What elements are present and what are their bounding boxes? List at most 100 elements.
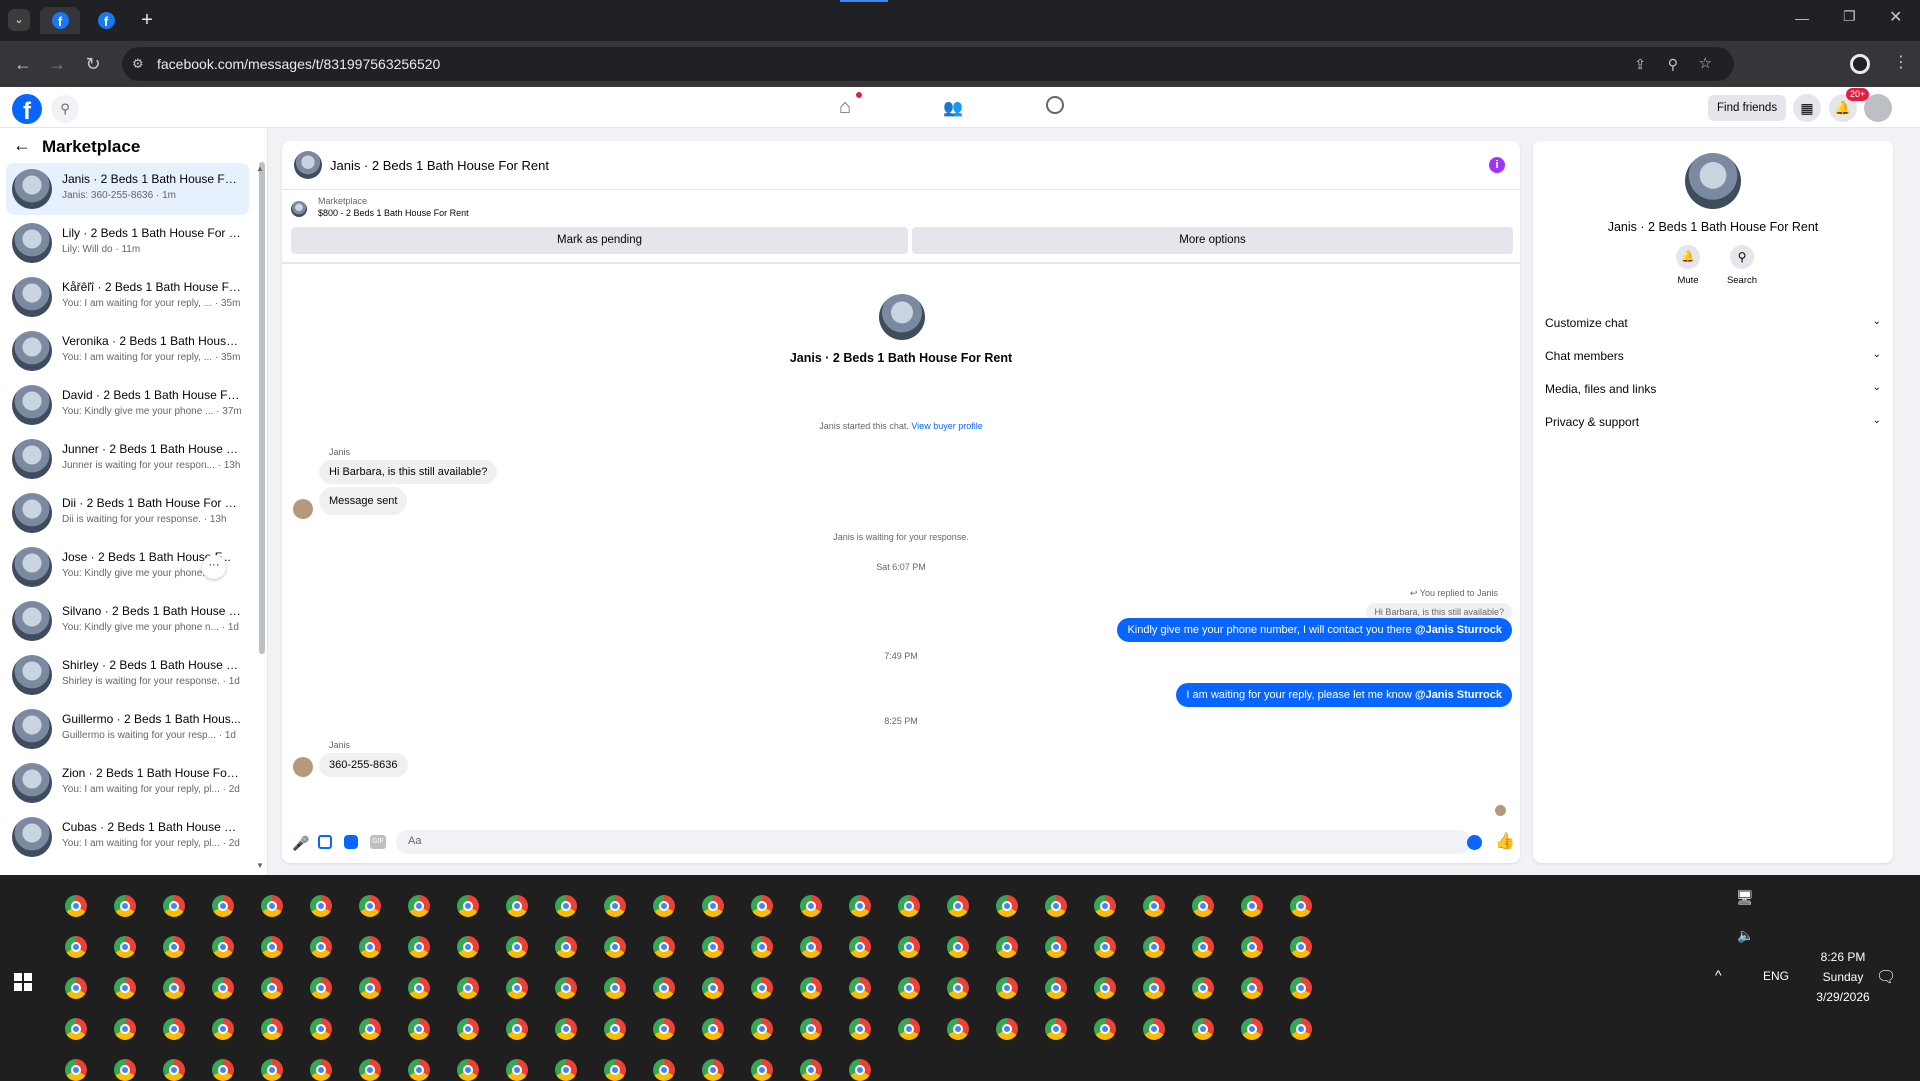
chrome-app-icon[interactable]: [212, 977, 234, 999]
chrome-app-icon[interactable]: [702, 936, 724, 958]
friends-icon[interactable]: 👥: [943, 98, 963, 118]
chrome-app-icon[interactable]: [1143, 1018, 1165, 1040]
chrome-app-icon[interactable]: [114, 1018, 136, 1040]
tray-overflow-icon[interactable]: ^: [1715, 967, 1722, 983]
mention-link[interactable]: @Janis Sturrock: [1415, 689, 1502, 701]
zoom-icon[interactable]: ⚲: [1668, 47, 1678, 81]
chrome-app-icon[interactable]: [310, 1059, 332, 1081]
more-actions-button[interactable]: ···: [202, 555, 226, 579]
restore-icon[interactable]: ❐: [1843, 8, 1856, 25]
chrome-app-icon[interactable]: [261, 1059, 283, 1081]
mute-label[interactable]: Mute: [1664, 275, 1712, 286]
info-row-privacy[interactable]: Privacy & support ⌄: [1545, 415, 1881, 429]
chrome-app-icon[interactable]: [702, 977, 724, 999]
windows-start-icon[interactable]: [14, 973, 32, 991]
chrome-app-icon[interactable]: [457, 1018, 479, 1040]
close-window-icon[interactable]: ✕: [1889, 7, 1902, 27]
chrome-app-icon[interactable]: [604, 1018, 626, 1040]
account-avatar[interactable]: [1864, 94, 1892, 122]
search-icon[interactable]: ⚲: [1730, 245, 1754, 269]
chrome-app-icon[interactable]: [1290, 977, 1312, 999]
chrome-app-icon[interactable]: [359, 936, 381, 958]
chrome-app-icon[interactable]: [849, 1018, 871, 1040]
chrome-app-icon[interactable]: [1241, 895, 1263, 917]
chrome-app-icon[interactable]: [457, 936, 479, 958]
chrome-app-icon[interactable]: [996, 895, 1018, 917]
conversation-item[interactable]: Veronika · 2 Beds 1 Bath House ... You: I…: [6, 325, 249, 377]
chrome-app-icon[interactable]: [555, 936, 577, 958]
chat-header-title[interactable]: Janis · 2 Beds 1 Bath House For Rent: [330, 158, 549, 173]
chrome-app-icon[interactable]: [947, 936, 969, 958]
gif-icon[interactable]: GIF: [370, 835, 386, 849]
chrome-app-icon[interactable]: [751, 1059, 773, 1081]
chrome-app-icon[interactable]: [65, 895, 87, 917]
chrome-app-icon[interactable]: [898, 977, 920, 999]
chrome-app-icon[interactable]: [604, 977, 626, 999]
chrome-app-icon[interactable]: [1045, 977, 1067, 999]
chrome-app-icon[interactable]: [1045, 936, 1067, 958]
chrome-app-icon[interactable]: [212, 1018, 234, 1040]
chrome-app-icon[interactable]: [310, 1018, 332, 1040]
conversation-item[interactable]: David · 2 Beds 1 Bath House For... You: K…: [6, 379, 249, 431]
incoming-message[interactable]: 360-255-8636: [319, 753, 408, 777]
chrome-app-icon[interactable]: [947, 895, 969, 917]
sender-avatar[interactable]: [293, 757, 313, 777]
listing-thumbnail[interactable]: [291, 201, 307, 217]
chrome-app-icon[interactable]: [65, 977, 87, 999]
incoming-message[interactable]: Message sent: [319, 487, 408, 515]
chrome-app-icon[interactable]: [163, 1059, 185, 1081]
chrome-app-icon[interactable]: [898, 895, 920, 917]
chrome-app-icon[interactable]: [163, 977, 185, 999]
listing-price-title[interactable]: $800 - 2 Beds 1 Bath House For Rent: [318, 208, 469, 218]
search-icon[interactable]: ⚲: [51, 95, 79, 123]
browser-tab[interactable]: f: [86, 7, 126, 34]
scroll-up-icon[interactable]: ▲: [256, 164, 264, 173]
chrome-app-icon[interactable]: [800, 977, 822, 999]
chrome-app-icon[interactable]: [359, 895, 381, 917]
bookmark-star-icon[interactable]: ☆: [1699, 47, 1712, 81]
conversation-item[interactable]: Dii · 2 Beds 1 Bath House For Re... Dii i…: [6, 487, 249, 539]
chrome-app-icon[interactable]: [114, 895, 136, 917]
chrome-app-icon[interactable]: [1192, 977, 1214, 999]
mark-as-pending-button[interactable]: Mark as pending: [291, 227, 908, 254]
chrome-app-icon[interactable]: [800, 1018, 822, 1040]
chrome-app-icon[interactable]: [359, 1018, 381, 1040]
chrome-app-icon[interactable]: [898, 936, 920, 958]
chrome-app-icon[interactable]: [1241, 1018, 1263, 1040]
chrome-app-icon[interactable]: [506, 1018, 528, 1040]
conversation-item[interactable]: Jose · 2 Beds 1 Bath House F... You: Kind…: [6, 541, 249, 593]
address-bar[interactable]: ⚙ facebook.com/messages/t/83199756325652…: [122, 47, 1734, 81]
chrome-app-icon[interactable]: [702, 1018, 724, 1040]
like-thumb-icon[interactable]: 👍: [1495, 831, 1515, 851]
chrome-app-icon[interactable]: [1094, 1018, 1116, 1040]
home-icon[interactable]: ⌂: [839, 96, 851, 119]
menu-grid-icon[interactable]: ▦: [1793, 94, 1821, 122]
chrome-app-icon[interactable]: [1241, 936, 1263, 958]
chrome-app-icon[interactable]: [1094, 977, 1116, 999]
chrome-app-icon[interactable]: [555, 1018, 577, 1040]
install-app-icon[interactable]: ⇪: [1634, 47, 1646, 81]
chrome-app-icon[interactable]: [653, 895, 675, 917]
menu-kebab-icon[interactable]: ⋮: [1893, 52, 1909, 72]
chrome-app-icon[interactable]: [408, 1059, 430, 1081]
chrome-app-icon[interactable]: [604, 1059, 626, 1081]
chrome-app-icon[interactable]: [261, 1018, 283, 1040]
conversation-item[interactable]: Guillermo · 2 Beds 1 Bath Hous... Guiller…: [6, 703, 249, 755]
chrome-app-icon[interactable]: [1192, 936, 1214, 958]
info-row-customize[interactable]: Customize chat ⌄: [1545, 316, 1881, 330]
volume-icon[interactable]: 🔈: [1737, 927, 1754, 944]
chrome-app-icon[interactable]: [212, 1059, 234, 1081]
tab-search-button[interactable]: ⌄: [8, 9, 30, 31]
conversation-item[interactable]: Janis · 2 Beds 1 Bath House For ... Janis…: [6, 163, 249, 215]
chrome-app-icon[interactable]: [65, 936, 87, 958]
chrome-app-icon[interactable]: [1290, 1018, 1312, 1040]
chrome-app-icon[interactable]: [751, 936, 773, 958]
conversation-item[interactable]: Cubas · 2 Beds 1 Bath House Fo... You: I …: [6, 811, 249, 863]
chrome-app-icon[interactable]: [996, 977, 1018, 999]
chrome-app-icon[interactable]: [996, 936, 1018, 958]
chrome-app-icon[interactable]: [114, 1059, 136, 1081]
sender-avatar[interactable]: [293, 499, 313, 519]
chrome-app-icon[interactable]: [751, 1018, 773, 1040]
chrome-app-icon[interactable]: [1094, 936, 1116, 958]
chrome-app-icon[interactable]: [261, 895, 283, 917]
